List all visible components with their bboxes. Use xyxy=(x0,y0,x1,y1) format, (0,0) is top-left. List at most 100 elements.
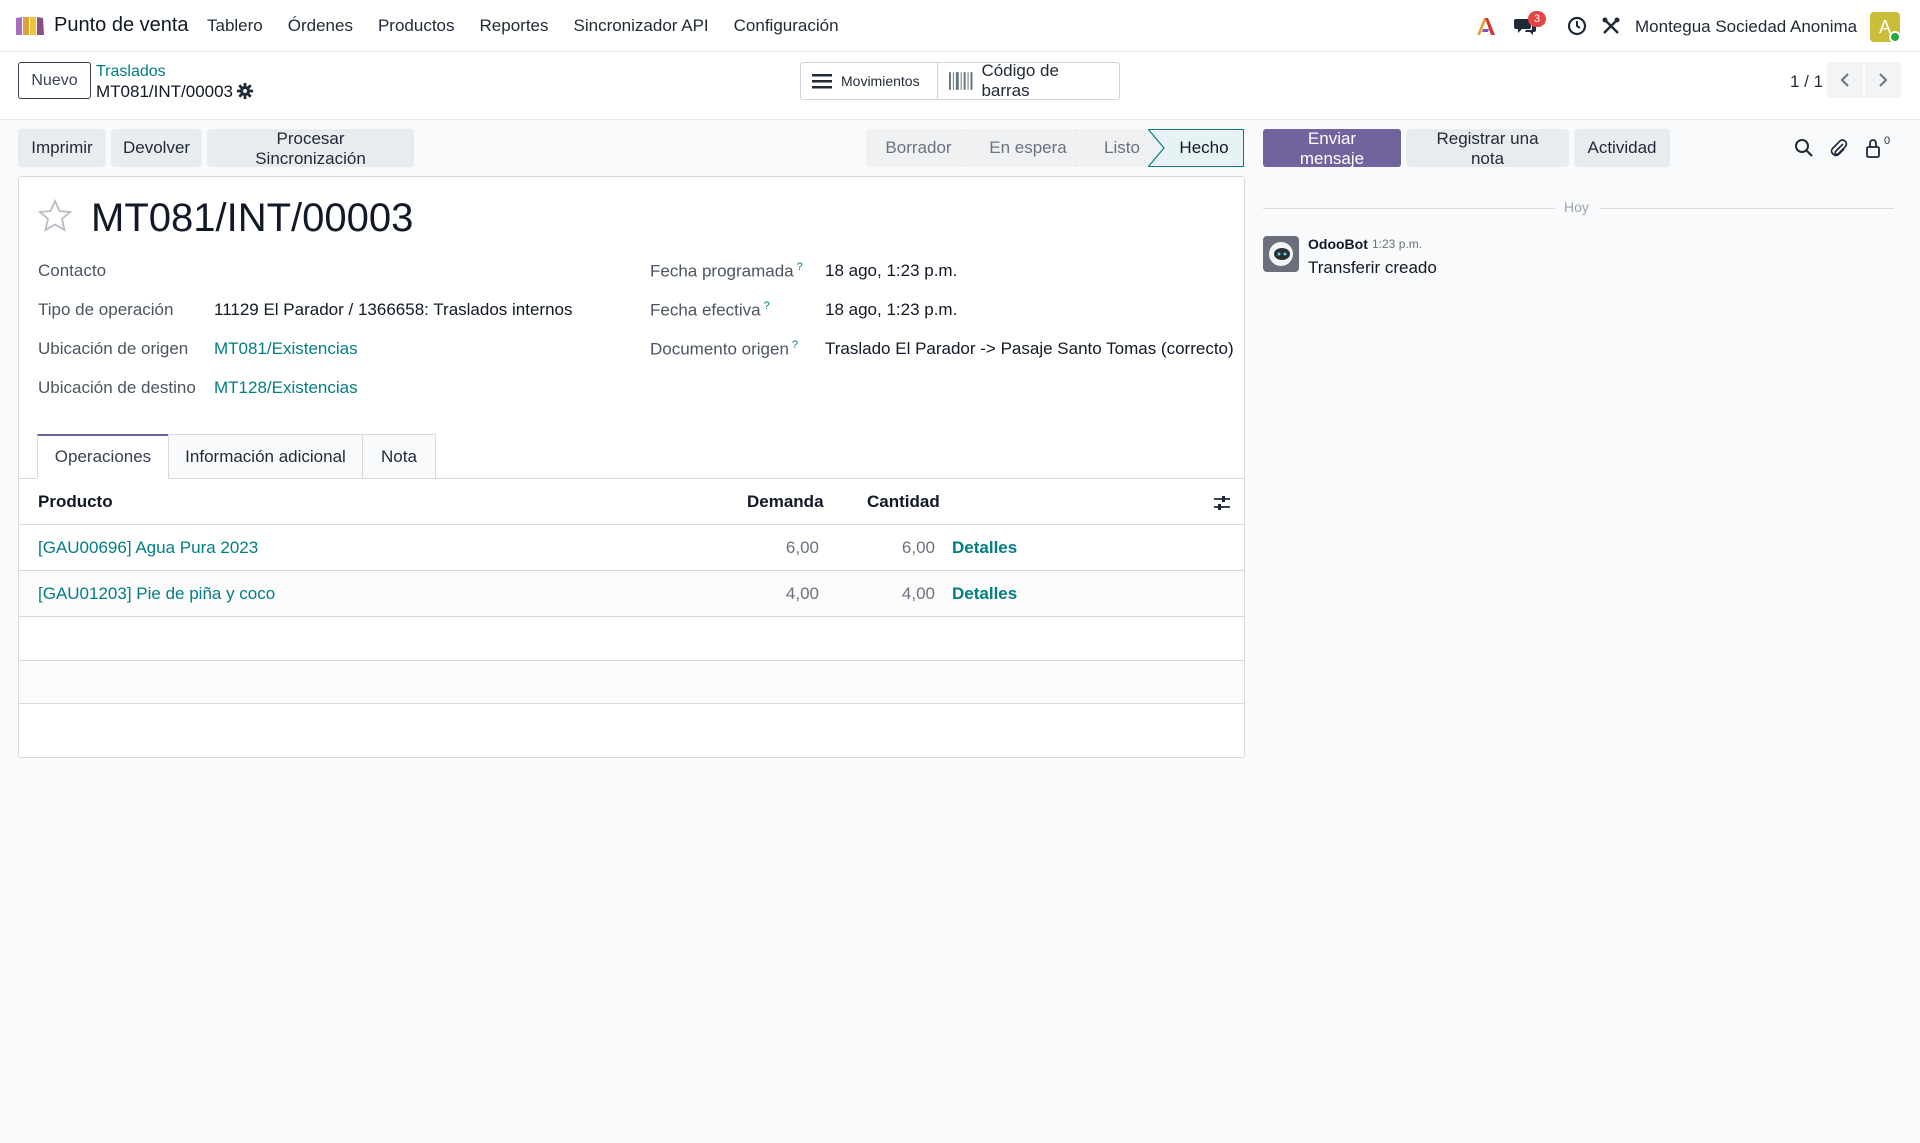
date-separator-line xyxy=(1263,208,1555,209)
column-header-demanda[interactable]: Demanda xyxy=(747,492,824,512)
control-panel: Nuevo Traslados MT081/INT/00003 Movimien… xyxy=(0,52,1920,120)
status-active-arrow xyxy=(1148,129,1165,167)
menu-item-configuracion[interactable]: Configuración xyxy=(734,16,839,36)
breadcrumb-parent[interactable]: Traslados xyxy=(96,63,166,81)
table-divider xyxy=(19,524,1244,525)
quantity-value[interactable]: 6,00 xyxy=(855,538,935,558)
pager-value[interactable]: 1 / 1 xyxy=(1790,72,1823,92)
chat-badge: 3 xyxy=(1528,11,1547,27)
source-document-label: Documento origen? xyxy=(650,339,798,360)
send-message-button[interactable]: Enviar mensaje xyxy=(1263,129,1401,168)
effective-date-value[interactable]: 18 ago, 1:23 p.m. xyxy=(825,300,957,320)
menu-item-productos[interactable]: Productos xyxy=(378,16,455,36)
details-button[interactable]: Detalles xyxy=(952,538,1017,558)
tab-nota-label: Nota xyxy=(381,446,417,466)
menu-item-tablero[interactable]: Tablero xyxy=(207,16,263,36)
gear-icon[interactable] xyxy=(236,82,254,100)
product-link[interactable]: [GAU01203] Pie de piña y coco xyxy=(38,584,275,604)
date-separator-line xyxy=(1600,208,1894,209)
column-settings-icon[interactable] xyxy=(1213,494,1231,512)
status-en-espera-label: En espera xyxy=(989,138,1067,157)
activity-button[interactable]: Actividad xyxy=(1574,129,1670,167)
barcode-label: Código de barras xyxy=(981,61,1059,100)
robot-icon xyxy=(1269,242,1293,266)
effective-date-label-text: Fecha efectiva xyxy=(650,300,761,320)
date-separator-label: Hoy xyxy=(1564,199,1589,215)
notebook-tabs: Operaciones Información adicional Nota xyxy=(37,434,436,479)
pager-previous-button[interactable] xyxy=(1827,62,1863,98)
scheduled-date-label: Fecha programada? xyxy=(650,261,803,282)
online-status-dot xyxy=(1889,31,1901,43)
tools-icon[interactable] xyxy=(1599,13,1623,39)
follower-lock-icon[interactable] xyxy=(1864,138,1884,158)
demand-value: 6,00 xyxy=(785,538,819,557)
column-header-cantidad[interactable]: Cantidad xyxy=(867,492,940,512)
table-divider xyxy=(19,703,1244,704)
app-name[interactable]: Punto de venta xyxy=(54,14,189,37)
details-button[interactable]: Detalles xyxy=(952,584,1017,604)
menu-item-ordenes[interactable]: Órdenes xyxy=(288,16,353,36)
smart-buttons: Movimientos Código de barras xyxy=(800,61,1120,100)
log-note-button[interactable]: Registrar una nota xyxy=(1406,129,1569,168)
effective-date-label: Fecha efectiva? xyxy=(650,300,770,321)
tab-informacion-adicional-label: Información adicional xyxy=(185,446,346,466)
tab-nota[interactable]: Nota xyxy=(362,434,436,479)
sync-button[interactable]: Procesar Sincronización xyxy=(207,129,414,168)
status-bar: Borrador En espera Listo Hecho xyxy=(866,129,1244,167)
status-borrador[interactable]: Borrador xyxy=(866,129,963,167)
message-author[interactable]: OdooBot xyxy=(1308,236,1368,252)
status-listo[interactable]: Listo xyxy=(1077,129,1149,167)
adobe-icon[interactable] xyxy=(1474,13,1498,39)
company-name[interactable]: Montegua Sociedad Anonima xyxy=(1635,17,1857,37)
barcode-icon xyxy=(948,72,973,90)
help-tooltip-icon[interactable]: ? xyxy=(797,261,803,273)
destination-location-label: Ubicación de destino xyxy=(38,378,196,397)
new-button[interactable]: Nuevo xyxy=(18,62,91,99)
quantity-value[interactable]: 4,00 xyxy=(855,584,935,604)
main-menu: Tablero Órdenes Productos Reportes Sincr… xyxy=(207,16,864,36)
odoobot-avatar[interactable] xyxy=(1263,236,1299,272)
list-icon xyxy=(812,74,832,89)
status-borrador-label: Borrador xyxy=(885,138,952,157)
status-listo-label: Listo xyxy=(1104,138,1140,157)
menu-item-reportes[interactable]: Reportes xyxy=(480,16,549,36)
menu-item-sincronizador-api[interactable]: Sincronizador API xyxy=(574,16,709,36)
scheduled-date-value[interactable]: 18 ago, 1:23 p.m. xyxy=(825,261,957,281)
tab-operaciones-label: Operaciones xyxy=(54,447,152,466)
empty-row xyxy=(19,661,1244,703)
breadcrumb-current: MT081/INT/00003 xyxy=(96,82,234,101)
return-button[interactable]: Devolver xyxy=(111,129,202,167)
source-location-link[interactable]: MT081/Existencias xyxy=(214,339,358,359)
contact-label: Contacto xyxy=(38,261,107,280)
source-document-value[interactable]: Traslado El Parador -> Pasaje Santo Toma… xyxy=(825,339,1234,359)
paperclip-icon[interactable] xyxy=(1829,138,1849,158)
destination-location-link[interactable]: MT128/Existencias xyxy=(214,378,358,398)
followers-count: 0 xyxy=(1884,135,1891,147)
tab-operaciones[interactable]: Operaciones xyxy=(37,434,169,479)
moves-label: Movimientos xyxy=(841,73,920,89)
print-button[interactable]: Imprimir xyxy=(18,129,106,167)
scheduled-date-label-text: Fecha programada xyxy=(650,261,794,281)
message-body: Transferir creado xyxy=(1308,258,1437,277)
pager-next-button[interactable] xyxy=(1865,62,1901,98)
product-link[interactable]: [GAU00696] Agua Pura 2023 xyxy=(38,538,258,558)
chevron-left-icon xyxy=(1840,73,1849,87)
chevron-right-icon xyxy=(1879,73,1888,87)
search-icon[interactable] xyxy=(1794,138,1814,158)
source-document-label-text: Documento origen xyxy=(650,339,789,359)
demand-value: 4,00 xyxy=(785,584,819,603)
point-of-sale-app-icon[interactable] xyxy=(14,14,46,38)
clock-icon[interactable] xyxy=(1565,13,1589,39)
barcode-smart-button[interactable]: Código de barras xyxy=(938,61,1119,100)
operation-type-value[interactable]: 11129 El Parador / 1366658: Traslados in… xyxy=(214,300,573,320)
help-tooltip-icon[interactable]: ? xyxy=(764,300,770,312)
record-title: MT081/INT/00003 xyxy=(91,196,414,240)
tab-informacion-adicional[interactable]: Información adicional xyxy=(168,434,363,479)
message-time: 1:23 p.m. xyxy=(1372,237,1423,251)
column-header-producto[interactable]: Producto xyxy=(38,492,113,512)
table-divider xyxy=(19,616,1244,617)
star-icon[interactable] xyxy=(37,198,73,234)
moves-smart-button[interactable]: Movimientos xyxy=(801,63,938,99)
status-en-espera[interactable]: En espera xyxy=(963,129,1077,167)
help-tooltip-icon[interactable]: ? xyxy=(792,339,798,351)
